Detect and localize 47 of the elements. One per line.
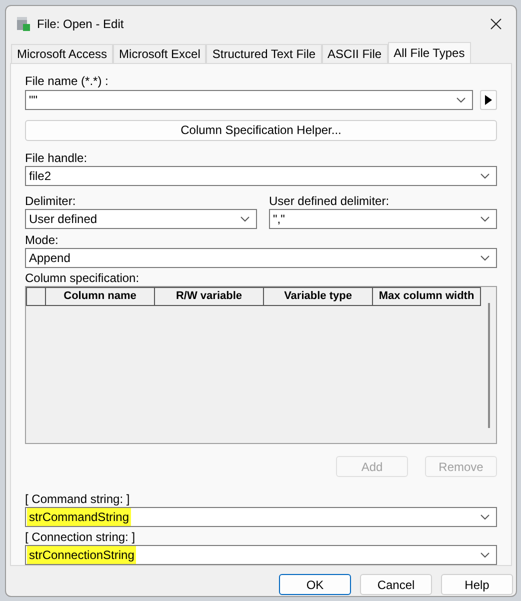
- chevron-down-icon: [480, 172, 490, 179]
- dropdown-field[interactable]: strCommandString: [25, 507, 497, 527]
- field-label: User defined delimiter:: [269, 194, 390, 209]
- play-button[interactable]: [480, 90, 497, 110]
- field-value: strConnectionString: [27, 546, 136, 564]
- field-value: file2: [28, 168, 52, 185]
- dialog-button[interactable]: OK: [279, 574, 351, 595]
- field-value: Append: [28, 250, 72, 267]
- field-label: [ Command string: ]: [25, 492, 131, 507]
- play-icon: [485, 95, 492, 105]
- column-header[interactable]: R/W variable: [155, 286, 264, 306]
- field-label: Column specification:: [25, 270, 140, 286]
- tab[interactable]: Structured Text File: [206, 44, 322, 63]
- field-label: Mode:: [25, 232, 60, 248]
- field-label: File handle:: [25, 150, 88, 166]
- dropdown-field[interactable]: "": [25, 90, 473, 110]
- window-title: File: Open - Edit: [37, 16, 124, 33]
- tab[interactable]: Microsoft Excel: [113, 44, 206, 63]
- tab[interactable]: ASCII File: [322, 44, 388, 63]
- tab[interactable]: Microsoft Access: [11, 44, 114, 63]
- field-value: "": [28, 92, 39, 109]
- chevron-down-icon: [480, 552, 490, 558]
- database-icon: [15, 16, 31, 32]
- dialog-button[interactable]: Help: [441, 574, 513, 595]
- chevron-down-icon: [480, 254, 490, 261]
- dropdown-field[interactable]: Append: [25, 248, 497, 268]
- dropdown-field[interactable]: file2: [25, 166, 497, 186]
- dropdown-field[interactable]: strConnectionString: [25, 545, 497, 565]
- column-header[interactable]: Variable type: [264, 286, 373, 306]
- chevron-down-icon: [480, 514, 490, 520]
- chevron-down-icon: [456, 97, 466, 103]
- field-label: Delimiter:: [25, 194, 76, 209]
- field-label: [ Connection string: ]: [25, 530, 136, 545]
- field-label: File name (*.*) :: [25, 74, 108, 89]
- field-value: ",": [272, 210, 286, 228]
- dropdown-field[interactable]: User defined: [25, 208, 257, 229]
- field-value: User defined: [28, 210, 98, 228]
- tab[interactable]: All File Types: [388, 42, 471, 63]
- column-header[interactable]: Max column width: [373, 286, 481, 306]
- chevron-down-icon: [480, 216, 490, 222]
- dropdown-field[interactable]: ",": [269, 208, 497, 229]
- column-header[interactable]: Column name: [46, 286, 155, 306]
- dialog-button[interactable]: Cancel: [360, 574, 432, 595]
- chevron-down-icon: [240, 216, 250, 222]
- field-value: strCommandString: [27, 508, 132, 526]
- close-icon: [490, 18, 502, 30]
- helper-button[interactable]: Column Specification Helper...: [25, 120, 497, 141]
